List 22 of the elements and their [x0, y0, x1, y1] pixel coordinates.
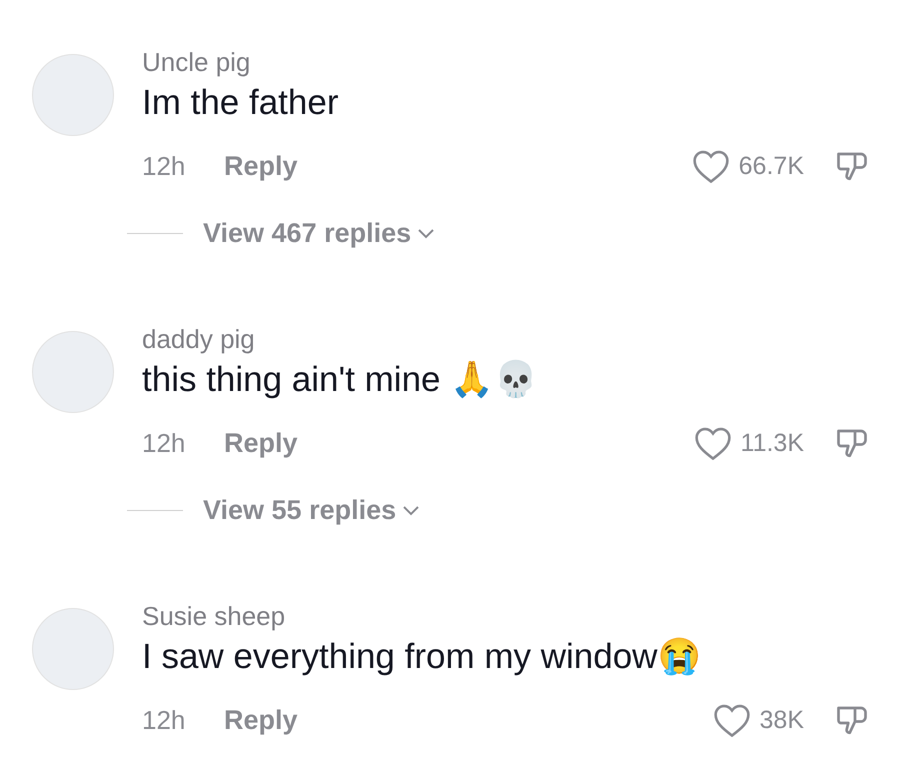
timestamp: 12h [142, 150, 186, 182]
chevron-down-icon [402, 504, 420, 516]
heart-icon [692, 425, 733, 461]
reply-link[interactable]: Reply [224, 704, 298, 736]
like-button[interactable]: 11.3K [692, 425, 804, 461]
heart-icon [712, 702, 752, 738]
like-button[interactable]: 38K [712, 702, 804, 738]
reply-link[interactable]: Reply [224, 150, 298, 182]
comment-text: I saw everything from my window😭 [142, 636, 702, 678]
chevron-down-icon [417, 228, 436, 240]
comment-text: Im the father [142, 82, 340, 124]
view-replies-button[interactable]: View 55 replies [203, 495, 420, 526]
comment-text: this thing ain't mine 🙏💀 [142, 359, 540, 401]
username: Susie sheep [142, 600, 286, 633]
timestamp: 12h [142, 704, 186, 736]
heart-icon [690, 148, 731, 184]
username: daddy pig [142, 323, 256, 356]
username: Uncle pig [142, 46, 252, 79]
like-button[interactable]: 66.7K [690, 148, 804, 184]
view-replies-button[interactable]: View 467 replies [203, 218, 436, 249]
reply-link[interactable]: Reply [224, 428, 298, 458]
timestamp: 12h [142, 428, 186, 458]
